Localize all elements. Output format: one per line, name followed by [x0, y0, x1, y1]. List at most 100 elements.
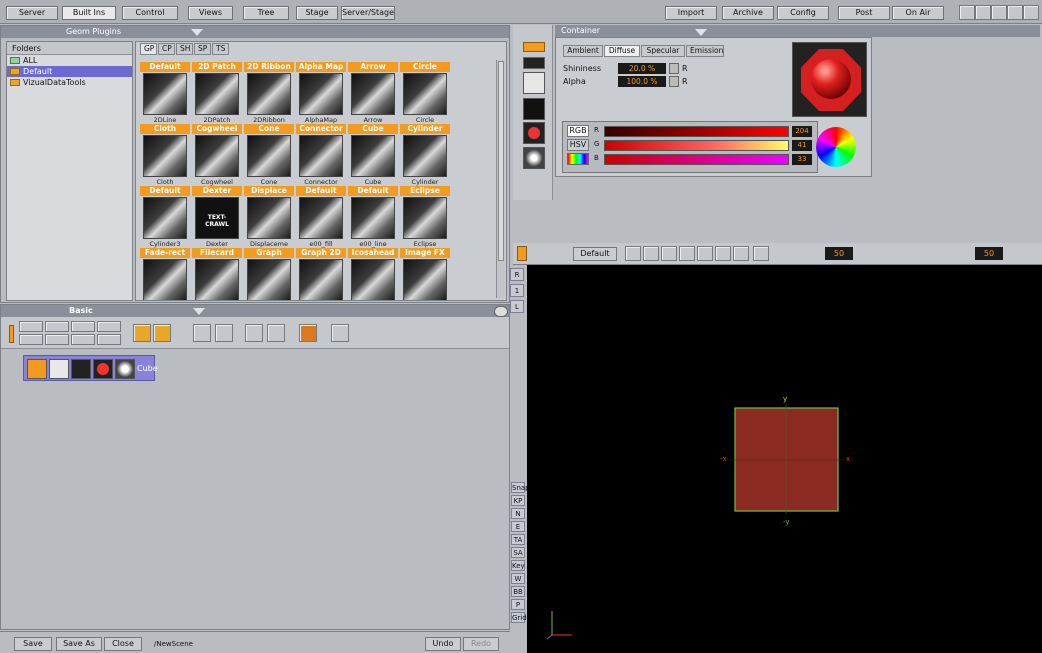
reverse-play-icon[interactable] — [661, 246, 677, 261]
first-frame-icon[interactable] — [625, 246, 641, 261]
next-frame-icon[interactable] — [715, 246, 731, 261]
top-tab-control[interactable]: Control — [122, 6, 178, 20]
pin-icon[interactable] — [523, 57, 545, 69]
side-tab-sa[interactable]: SA — [511, 547, 525, 558]
scene-node-cube[interactable]: Cube — [23, 355, 158, 381]
keyframe-icon[interactable] — [753, 246, 769, 261]
axis-icon[interactable] — [523, 72, 545, 94]
plugin-tab-cp[interactable]: CP — [158, 43, 175, 55]
plugin-item[interactable]: GraphGraph — [244, 248, 294, 300]
undo-button[interactable]: Undo — [425, 637, 461, 651]
folder-item[interactable]: VizualDataTools — [7, 77, 132, 88]
plugin-tab-sp[interactable]: SP — [194, 43, 211, 55]
light-icon[interactable] — [523, 147, 545, 169]
shininess-stepper-icon[interactable] — [669, 63, 679, 74]
grid-icon[interactable] — [975, 5, 991, 20]
plugin-item[interactable]: Graph 2DGraph2d — [296, 248, 346, 300]
stop-icon[interactable] — [697, 246, 713, 261]
wave-icon[interactable] — [45, 334, 69, 345]
material-tab-specular[interactable]: Specular — [641, 45, 685, 57]
expand-icon[interactable] — [245, 324, 263, 342]
drag-handle-icon[interactable] — [9, 325, 14, 343]
channel-slider-g[interactable] — [604, 140, 789, 151]
right-tab-archive[interactable]: Archive — [722, 6, 774, 20]
plugin-item[interactable]: Dexter TEXT-CRAWL Dexter — [192, 186, 242, 249]
scene-viewport[interactable]: y -y x -x — [527, 265, 1042, 653]
plugin-item[interactable]: Cube Cube — [348, 124, 398, 187]
right-tab-on-air[interactable]: On Air — [892, 6, 944, 20]
tree-view-icon[interactable] — [193, 324, 211, 342]
prev-frame-icon[interactable] — [643, 246, 659, 261]
shininess-key[interactable]: R — [682, 64, 688, 73]
plugin-item[interactable]: Eclipse Eclipse — [400, 186, 450, 249]
layout-icon[interactable] — [959, 5, 975, 20]
alpha-value[interactable]: 100.0 % — [618, 76, 666, 87]
side-tab-ta[interactable]: TA — [511, 534, 525, 545]
plugin-item[interactable]: IcosaheadIcosahedron — [348, 248, 398, 300]
top-tab-stage[interactable]: Stage — [296, 6, 338, 20]
material-tab-ambient[interactable]: Ambient — [563, 45, 603, 57]
material-icon[interactable] — [523, 122, 545, 144]
plugin-item[interactable]: Connector Connector — [296, 124, 346, 187]
cube-icon[interactable] — [523, 98, 545, 120]
material-tab-emission[interactable]: Emission — [686, 45, 724, 57]
folder-item[interactable]: Default — [7, 66, 132, 77]
hsv-mode[interactable]: HSV — [567, 139, 589, 151]
stack-icon[interactable] — [331, 324, 349, 342]
zoom-out-icon[interactable] — [153, 324, 171, 342]
plugin-tab-ts[interactable]: TS — [212, 43, 229, 55]
plugin-item[interactable]: Circle Circle — [400, 62, 450, 125]
close-button[interactable]: Close — [104, 637, 142, 651]
camera-select[interactable]: Default — [573, 247, 617, 261]
picker-icon[interactable] — [567, 153, 589, 165]
chevron-down-icon[interactable] — [191, 29, 203, 36]
plugin-scrollbar[interactable] — [496, 60, 505, 298]
monitor-icon[interactable] — [299, 324, 317, 342]
chevron-down-icon[interactable] — [695, 29, 707, 36]
side-tab-w[interactable]: W — [511, 573, 525, 584]
plugin-item[interactable]: Arrow Arrow — [348, 62, 398, 125]
right-tab-config[interactable]: Config — [777, 6, 829, 20]
side-tab-bb[interactable]: BB — [511, 586, 525, 597]
material-tab-diffuse[interactable]: Diffuse — [604, 45, 640, 57]
side-tab-key[interactable]: Key — [511, 560, 525, 571]
top-tab-built-ins[interactable]: Built Ins — [62, 6, 116, 20]
settings-icon[interactable] — [494, 306, 508, 317]
side-tab-grid[interactable]: Grid — [511, 612, 527, 623]
add-icon[interactable] — [71, 321, 95, 332]
top-tab-tree[interactable]: Tree — [243, 6, 289, 20]
close-icon[interactable] — [1023, 5, 1039, 20]
remove-icon[interactable] — [71, 334, 95, 345]
pin-tool-icon[interactable] — [19, 334, 43, 345]
channel-value-g[interactable]: 41 — [792, 140, 812, 151]
folder-item[interactable]: ALL — [7, 55, 132, 66]
shininess-value[interactable]: 20.0 % — [618, 63, 666, 74]
plugin-item[interactable]: Fade-rectFade_Recta — [140, 248, 190, 300]
mini-tab-l[interactable]: L — [510, 300, 524, 313]
alpha-key[interactable]: R — [682, 77, 688, 86]
plugin-item[interactable]: Image FXImageFx — [400, 248, 450, 300]
zoom-in-icon[interactable] — [133, 324, 151, 342]
rgb-mode[interactable]: RGB — [567, 125, 589, 137]
top-tab-server-stage[interactable]: Server/Stage — [341, 6, 395, 20]
plugin-tab-sh[interactable]: SH — [176, 43, 193, 55]
plugin-item[interactable]: Cloth Cloth — [140, 124, 190, 187]
plugin-item[interactable]: FilecardFilecard — [192, 248, 242, 300]
plugin-item[interactable]: Default Cylinder3 — [140, 186, 190, 249]
group-icon[interactable] — [97, 321, 121, 332]
save-as-button[interactable]: Save As — [56, 637, 102, 651]
side-tab-p[interactable]: P — [511, 599, 525, 610]
mini-tab-r[interactable]: R — [510, 268, 524, 281]
plugin-item[interactable]: Default e00_line — [348, 186, 398, 249]
plugin-item[interactable]: Cogwheel Cogwheel — [192, 124, 242, 187]
side-tab-kp[interactable]: KP — [511, 495, 525, 506]
top-tab-views[interactable]: Views — [188, 6, 233, 20]
trash-icon[interactable] — [517, 246, 527, 261]
side-tab-snap[interactable]: Snap — [511, 482, 530, 493]
channel-value-b[interactable]: 33 — [792, 154, 812, 165]
dropdown-icon[interactable] — [1007, 5, 1023, 20]
frame-field[interactable]: 50 — [825, 247, 853, 260]
plugin-item[interactable]: Displace Displaceme — [244, 186, 294, 249]
mini-tab-1[interactable]: 1 — [510, 284, 524, 297]
transform-tool-icon[interactable] — [19, 321, 43, 332]
